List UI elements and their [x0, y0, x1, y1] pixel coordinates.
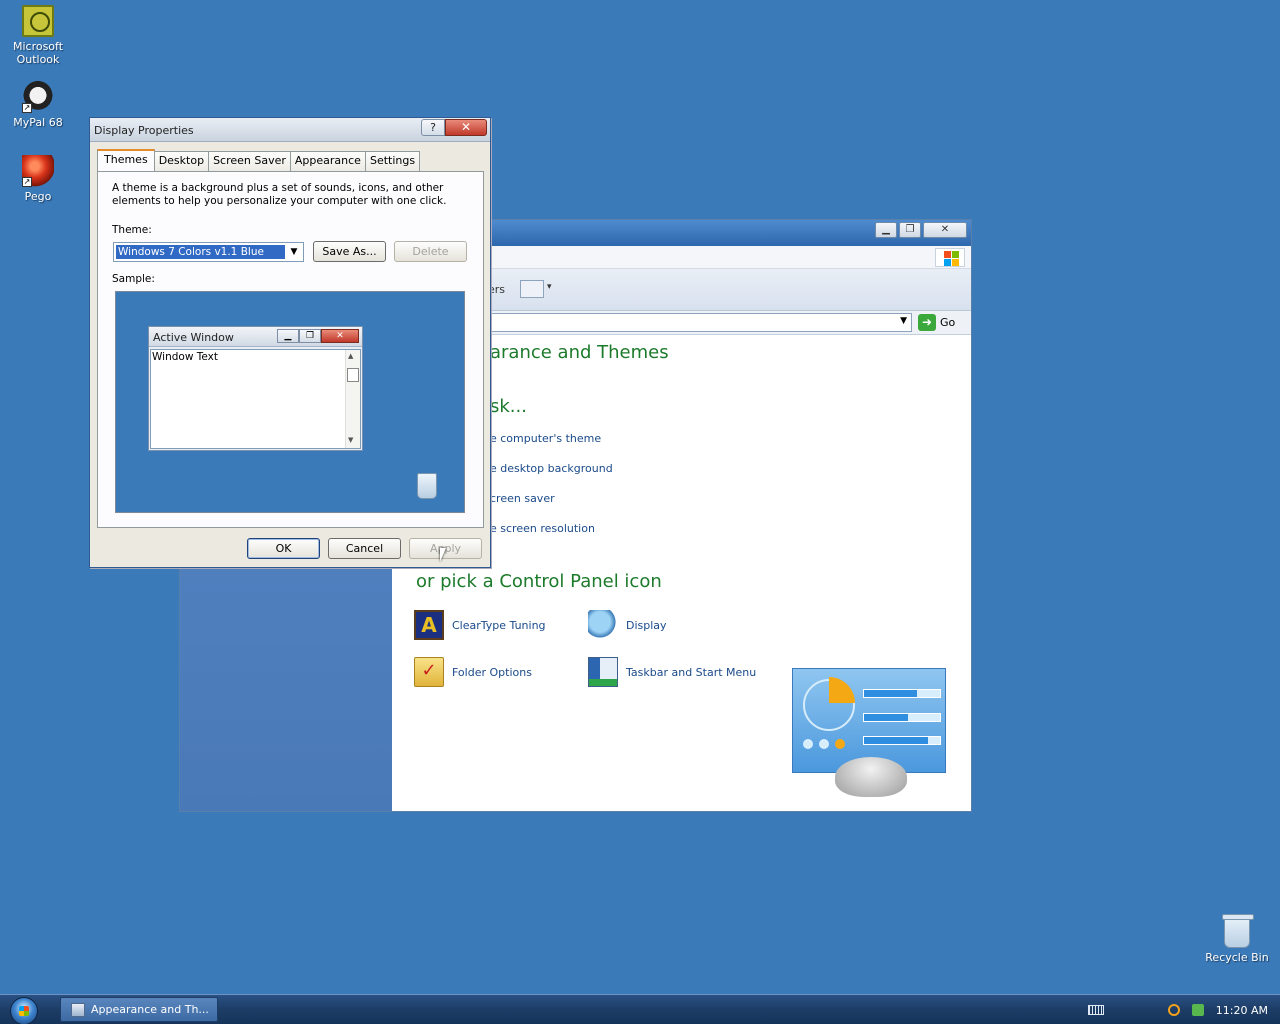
minimize-button[interactable]: ▁	[875, 222, 897, 238]
close-button[interactable]: ✕	[445, 119, 487, 136]
sample-window-text: Window Text	[152, 351, 218, 363]
minimize-icon: ▁	[277, 329, 299, 343]
desktop-icon-label: Recycle Bin	[1205, 951, 1269, 964]
sample-label: Sample:	[112, 273, 155, 285]
desktop-icon-pego[interactable]: ↗ Pego	[0, 155, 76, 203]
start-button[interactable]	[10, 997, 38, 1024]
delete-button[interactable]: Delete	[394, 241, 467, 262]
taskbar: Appearance and Th... 11:20 AM	[0, 994, 1280, 1024]
search-icon[interactable]	[1167, 1004, 1180, 1016]
maximize-button[interactable]: ❐	[899, 222, 921, 238]
cp-icon-cleartype[interactable]: A ClearType Tuning	[414, 610, 546, 640]
theme-label: Theme:	[112, 224, 152, 236]
tab-screen-saver[interactable]: Screen Saver	[208, 151, 291, 171]
network-icon[interactable]	[1191, 1004, 1204, 1016]
pego-icon: ↗	[22, 155, 54, 187]
system-tray: 11:20 AM	[1087, 995, 1280, 1024]
cp-icon-label: Folder Options	[452, 665, 532, 679]
save-as-button[interactable]: Save As...	[313, 241, 386, 262]
taskbar-button-appearance[interactable]: Appearance and Th...	[60, 997, 218, 1022]
display-properties-dialog[interactable]: Display Properties ? ✕ Themes Desktop Sc…	[89, 117, 491, 568]
clock[interactable]: 11:20 AM	[1216, 1004, 1268, 1017]
cancel-button[interactable]: Cancel	[328, 538, 401, 559]
cleartype-icon: A	[414, 610, 444, 640]
task-link-screen-saver[interactable]: creen saver	[490, 492, 555, 505]
go-label: Go	[940, 316, 956, 329]
chevron-down-icon[interactable]: ▼	[286, 244, 302, 260]
windows-flag-icon	[935, 248, 965, 267]
tab-appearance[interactable]: Appearance	[289, 151, 366, 171]
scroll-down-icon: ▼	[348, 436, 354, 444]
maximize-icon: ❐	[299, 329, 321, 343]
outlook-icon	[22, 5, 54, 37]
dialog-tabs: Themes Desktop Screen Saver Appearance S…	[97, 149, 421, 171]
task-link-background[interactable]: e desktop background	[490, 462, 613, 475]
sample-preview: Active Window ▁ ❐ ✕ Window Text ▲ ▼	[115, 291, 465, 513]
taskbar-button-label: Appearance and Th...	[91, 1003, 209, 1016]
task-link-theme[interactable]: e computer's theme	[490, 432, 601, 445]
sample-scrollbar: ▲ ▼	[345, 350, 360, 448]
themes-panel: A theme is a background plus a set of so…	[97, 171, 484, 528]
ok-button[interactable]: OK	[247, 538, 320, 559]
address-input[interactable]: ▼	[480, 313, 912, 332]
control-panel-icon	[71, 1002, 85, 1017]
sample-window-title: Active Window	[153, 331, 234, 344]
dialog-title: Display Properties	[94, 124, 194, 137]
category-heading: arance and Themes	[490, 342, 669, 363]
folder-options-icon: ✓	[414, 657, 444, 687]
go-arrow-icon: ➜	[918, 314, 936, 331]
tab-settings[interactable]: Settings	[364, 151, 421, 171]
close-icon: ✕	[321, 329, 359, 343]
display-icon	[588, 610, 618, 640]
go-button[interactable]: ➜ Go	[918, 313, 955, 332]
cp-icon-taskbar[interactable]: Taskbar and Start Menu	[588, 657, 756, 687]
desktop-icon-label: Microsoft Outlook	[12, 40, 64, 66]
sample-active-window: Active Window ▁ ❐ ✕ Window Text ▲ ▼	[148, 326, 363, 451]
desktop-icon-mypal[interactable]: ↗ MyPal 68	[0, 81, 76, 129]
shortcut-arrow-icon: ↗	[22, 103, 32, 113]
views-icon[interactable]	[520, 280, 552, 298]
recycle-bin-icon	[1222, 914, 1254, 948]
close-button[interactable]: ✕	[923, 222, 967, 238]
task-link-resolution[interactable]: e screen resolution	[490, 522, 595, 535]
category-illustration	[792, 668, 946, 797]
desktop-icon-label: Pego	[24, 190, 52, 203]
cp-icon-folder-options[interactable]: ✓ Folder Options	[414, 657, 532, 687]
desktop-icon-outlook[interactable]: Microsoft Outlook	[0, 5, 76, 66]
sample-window-body: Window Text ▲ ▼	[150, 349, 361, 449]
desktop-icon-recycle-bin[interactable]: Recycle Bin	[1199, 914, 1275, 964]
cp-icon-label: Display	[626, 618, 667, 632]
pick-icon-heading: or pick a Control Panel icon	[416, 571, 662, 592]
recycle-bin-icon	[417, 473, 437, 499]
mypal-icon: ↗	[22, 81, 54, 113]
tab-themes[interactable]: Themes	[97, 149, 155, 171]
pick-task-heading: sk...	[490, 396, 527, 417]
sample-titlebar: Active Window ▁ ❐ ✕	[149, 327, 362, 347]
cp-icon-label: ClearType Tuning	[452, 618, 546, 632]
theme-select-value: Windows 7 Colors v1.1 Blue	[116, 245, 285, 259]
help-button[interactable]: ?	[421, 119, 445, 136]
theme-select[interactable]: Windows 7 Colors v1.1 Blue ▼	[113, 242, 304, 262]
scroll-thumb	[347, 368, 359, 382]
scroll-up-icon: ▲	[348, 352, 354, 360]
chevron-down-icon[interactable]: ▼	[900, 316, 907, 326]
tab-desktop[interactable]: Desktop	[153, 151, 210, 171]
keyboard-icon[interactable]	[1087, 1005, 1104, 1015]
cp-icon-label: Taskbar and Start Menu	[626, 665, 757, 679]
mouse-cursor-icon	[440, 548, 446, 562]
shortcut-arrow-icon: ↗	[22, 177, 32, 187]
desktop-icon-label: MyPal 68	[13, 116, 63, 129]
taskbar-icon	[588, 657, 618, 687]
cp-icon-display[interactable]: Display	[588, 610, 667, 640]
dialog-titlebar[interactable]: Display Properties ? ✕	[90, 118, 490, 142]
theme-description: A theme is a background plus a set of so…	[112, 182, 447, 207]
